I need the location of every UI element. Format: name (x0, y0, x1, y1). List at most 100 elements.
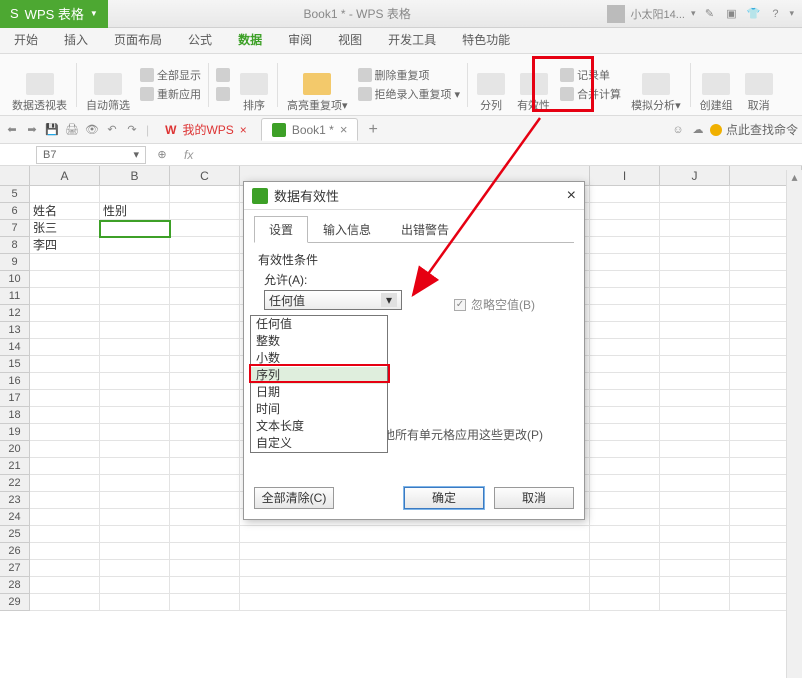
cell[interactable] (240, 543, 590, 560)
row-header[interactable]: 6 (0, 203, 30, 220)
cell[interactable] (100, 373, 170, 390)
tab-layout[interactable]: 页面布局 (112, 27, 164, 53)
shirt-icon[interactable]: 👕 (745, 6, 761, 22)
row-header[interactable]: 13 (0, 322, 30, 339)
cell[interactable] (30, 577, 100, 594)
row-header[interactable]: 26 (0, 543, 30, 560)
opt-list[interactable]: 序列 (251, 367, 387, 384)
tab-review[interactable]: 审阅 (286, 27, 314, 53)
cell[interactable] (30, 339, 100, 356)
cell[interactable] (170, 509, 240, 526)
cell[interactable] (170, 390, 240, 407)
cell[interactable] (660, 373, 730, 390)
back-icon[interactable]: ⬅ (4, 122, 20, 138)
cell[interactable] (30, 356, 100, 373)
row-header[interactable]: 12 (0, 305, 30, 322)
cell[interactable] (30, 560, 100, 577)
cell[interactable] (30, 458, 100, 475)
cell[interactable] (660, 271, 730, 288)
cell[interactable] (170, 526, 240, 543)
cell[interactable] (660, 543, 730, 560)
cell[interactable] (660, 458, 730, 475)
cell[interactable] (100, 526, 170, 543)
cell[interactable] (590, 407, 660, 424)
cell[interactable] (100, 322, 170, 339)
cell[interactable] (100, 492, 170, 509)
cell[interactable] (100, 441, 170, 458)
col-A[interactable]: A (30, 166, 100, 185)
command-search[interactable]: 点此查找命令 (710, 121, 798, 138)
cell[interactable] (170, 560, 240, 577)
preview-icon[interactable]: 👁 (84, 122, 100, 138)
cell[interactable] (30, 407, 100, 424)
cell[interactable] (100, 424, 170, 441)
row-header[interactable]: 18 (0, 407, 30, 424)
col-C[interactable]: C (170, 166, 240, 185)
close-icon[interactable]: × (240, 123, 247, 137)
tab-error[interactable]: 出错警告 (386, 216, 464, 243)
row-header[interactable]: 25 (0, 526, 30, 543)
chevron-down-icon[interactable]: ▾ (381, 293, 397, 307)
row-header[interactable]: 19 (0, 424, 30, 441)
opt-int[interactable]: 整数 (251, 333, 387, 350)
cell[interactable] (100, 237, 170, 254)
cell[interactable] (100, 509, 170, 526)
row-header[interactable]: 8 (0, 237, 30, 254)
fx-icon[interactable]: fx (184, 148, 193, 162)
cell[interactable] (660, 526, 730, 543)
cell[interactable] (590, 390, 660, 407)
cell[interactable] (100, 356, 170, 373)
highlight-dup-button[interactable]: 高亮重复项▾ (281, 57, 354, 113)
cell[interactable] (660, 424, 730, 441)
cell[interactable] (590, 305, 660, 322)
chevron-down-icon[interactable]: ▾ (691, 8, 696, 19)
cell[interactable] (30, 509, 100, 526)
app-menu-button[interactable]: S WPS 表格 ▼ (0, 0, 108, 28)
user-avatar[interactable] (607, 5, 625, 23)
row-header[interactable]: 24 (0, 509, 30, 526)
ungroup-button[interactable]: 取消 (739, 57, 779, 113)
cell[interactable]: 姓名 (30, 203, 100, 220)
book-tab[interactable]: Book1 * × (261, 118, 359, 141)
cell[interactable] (170, 577, 240, 594)
cell[interactable] (660, 288, 730, 305)
tab-feature[interactable]: 特色功能 (460, 27, 512, 53)
reapply-button[interactable]: 重新应用 (140, 85, 201, 103)
vertical-scrollbar[interactable]: ▴ (786, 170, 802, 678)
cell[interactable]: 性别 (100, 203, 170, 220)
cell[interactable] (170, 594, 240, 611)
cell[interactable] (660, 237, 730, 254)
cell[interactable] (170, 254, 240, 271)
cell[interactable] (30, 322, 100, 339)
cell[interactable] (100, 390, 170, 407)
print-icon[interactable]: 🖨 (64, 122, 80, 138)
cell[interactable] (170, 458, 240, 475)
row-header[interactable]: 11 (0, 288, 30, 305)
autofilter-button[interactable]: 自动筛选 (80, 57, 136, 113)
cell[interactable] (660, 305, 730, 322)
cell[interactable] (170, 203, 240, 220)
row-header[interactable]: 16 (0, 373, 30, 390)
tab-settings[interactable]: 设置 (254, 216, 308, 243)
save-icon[interactable]: 💾 (44, 122, 60, 138)
cell[interactable] (590, 237, 660, 254)
row-header[interactable]: 5 (0, 186, 30, 203)
ignore-blank-check[interactable]: ✓ 忽略空值(B) (454, 296, 535, 313)
cell[interactable] (30, 526, 100, 543)
cell[interactable] (100, 271, 170, 288)
cell[interactable] (100, 475, 170, 492)
cell[interactable] (590, 594, 660, 611)
cell[interactable] (100, 339, 170, 356)
cell[interactable]: 李四 (30, 237, 100, 254)
cell[interactable] (170, 543, 240, 560)
cell[interactable] (660, 356, 730, 373)
cell[interactable] (100, 288, 170, 305)
cell[interactable] (660, 441, 730, 458)
showall-button[interactable]: 全部显示 (140, 66, 201, 84)
insert-function-icon[interactable]: ⊕ (154, 147, 170, 163)
row-header[interactable]: 14 (0, 339, 30, 356)
cell[interactable] (30, 254, 100, 271)
name-box[interactable]: B7 ▾ (36, 146, 146, 164)
cell[interactable]: 张三 (30, 220, 100, 237)
whatif-button[interactable]: 模拟分析▾ (625, 57, 687, 113)
